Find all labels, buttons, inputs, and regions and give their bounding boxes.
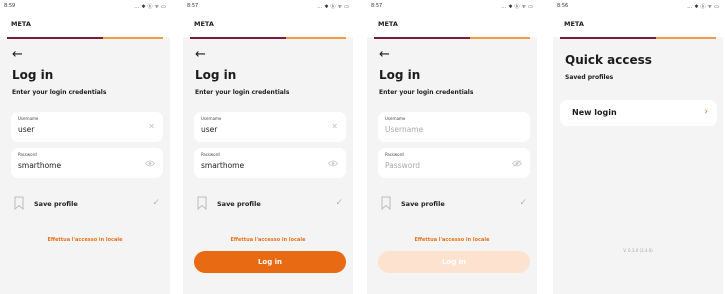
app-header: META	[0, 13, 170, 37]
username-field[interactable]: Username ✕	[194, 112, 346, 142]
checkmark-icon[interactable]: ✓	[152, 198, 160, 208]
chevron-right-icon: ›	[704, 107, 708, 117]
local-access-link[interactable]: Effettua l'accesso in locale	[367, 237, 537, 243]
save-profile-label: Save profile	[217, 200, 261, 208]
app-header: META	[183, 13, 353, 37]
app-header: META	[367, 13, 537, 37]
accent-bar	[374, 37, 530, 39]
version-label: V. 0.3.0 (3.4.0)	[623, 248, 653, 253]
login-screen-3: 8:57 ... ✱ ⓑ ᯤ ▭ META ← Log in Enter you…	[367, 0, 537, 294]
username-field[interactable]: Username	[378, 112, 530, 142]
page-title: Log in	[195, 68, 237, 82]
password-field[interactable]: Password	[378, 148, 530, 178]
status-bar: 8:57 ... ✱ ⓑ ᯤ ▭	[183, 0, 353, 13]
status-icons: ... ✱ ⓑ ᯤ ▭	[317, 4, 349, 10]
password-input[interactable]	[18, 161, 138, 170]
username-input[interactable]	[18, 125, 138, 134]
checkmark-icon[interactable]: ✓	[335, 198, 343, 208]
brand-label: META	[11, 20, 31, 28]
back-arrow-icon[interactable]: ←	[12, 48, 23, 62]
password-field[interactable]: Password	[11, 148, 163, 178]
bookmark-icon	[381, 196, 391, 210]
password-label: Password	[18, 152, 37, 157]
password-input[interactable]	[385, 161, 505, 170]
login-button-disabled[interactable]: Log in	[378, 251, 530, 273]
save-profile-row[interactable]: Save profile ✓	[195, 196, 345, 212]
save-profile-label: Save profile	[34, 200, 78, 208]
bookmark-icon	[14, 196, 24, 210]
back-arrow-icon[interactable]: ←	[379, 48, 390, 62]
page-subtitle: Enter your login credentials	[195, 89, 290, 96]
eye-off-icon[interactable]	[512, 160, 522, 167]
page-subtitle: Enter your login credentials	[379, 89, 474, 96]
app-header: META	[553, 13, 723, 37]
brand-label: META	[564, 20, 584, 28]
username-input[interactable]	[385, 125, 505, 134]
accent-bar	[190, 37, 346, 39]
back-arrow-icon[interactable]: ←	[195, 48, 206, 62]
status-bar: 8:57 ... ✱ ⓑ ᯤ ▭	[367, 0, 537, 13]
checkmark-icon[interactable]: ✓	[519, 198, 527, 208]
login-screen-1: 8:59 ... ✱ ⓑ ᯤ ▭ META ← Log in Enter you…	[0, 0, 170, 294]
status-icons: ... ✱ ⓑ ᯤ ▭	[687, 4, 719, 10]
bookmark-icon	[197, 196, 207, 210]
password-label: Password	[385, 152, 404, 157]
accent-bar	[7, 37, 163, 39]
new-login-item[interactable]: New login ›	[560, 100, 717, 126]
login-button[interactable]: Log in	[194, 251, 346, 273]
status-time: 8:56	[557, 3, 569, 9]
username-field[interactable]: Username ✕	[11, 112, 163, 142]
page-title: Log in	[379, 68, 421, 82]
username-label: Username	[18, 116, 39, 121]
status-time: 8:57	[187, 3, 199, 9]
status-icons: ... ✱ ⓑ ᯤ ▭	[134, 4, 166, 10]
page-title: Quick access	[565, 53, 652, 67]
clear-icon[interactable]: ✕	[148, 122, 155, 131]
password-label: Password	[201, 152, 220, 157]
save-profile-row[interactable]: Save profile ✓	[379, 196, 529, 212]
login-screen-2: 8:57 ... ✱ ⓑ ᯤ ▭ META ← Log in Enter you…	[183, 0, 353, 294]
password-input[interactable]	[201, 161, 321, 170]
saved-profiles-label: Saved profiles	[565, 74, 614, 81]
eye-icon[interactable]	[328, 160, 338, 167]
brand-label: META	[378, 20, 398, 28]
save-profile-label: Save profile	[401, 200, 445, 208]
clear-icon[interactable]: ✕	[331, 122, 338, 131]
page-title: Log in	[12, 68, 54, 82]
status-time: 8:59	[4, 3, 16, 9]
quick-access-screen: 8:56 ... ✱ ⓑ ᯤ ▭ META Quick access Saved…	[553, 0, 723, 294]
brand-label: META	[194, 20, 214, 28]
new-login-label: New login	[572, 108, 617, 117]
password-field[interactable]: Password	[194, 148, 346, 178]
status-bar: 8:59 ... ✱ ⓑ ᯤ ▭	[0, 0, 170, 13]
accent-bar	[560, 37, 716, 39]
username-input[interactable]	[201, 125, 321, 134]
page-subtitle: Enter your login credentials	[12, 89, 107, 96]
status-icons: ... ✱ ⓑ ᯤ ▭	[501, 4, 533, 10]
eye-icon[interactable]	[145, 160, 155, 167]
status-time: 8:57	[371, 3, 383, 9]
username-label: Username	[385, 116, 406, 121]
local-access-link[interactable]: Effettua l'accesso in locale	[183, 237, 353, 243]
status-bar: 8:56 ... ✱ ⓑ ᯤ ▭	[553, 0, 723, 13]
username-label: Username	[201, 116, 222, 121]
local-access-link[interactable]: Effettua l'accesso in locale	[0, 237, 170, 243]
save-profile-row[interactable]: Save profile ✓	[12, 196, 162, 212]
